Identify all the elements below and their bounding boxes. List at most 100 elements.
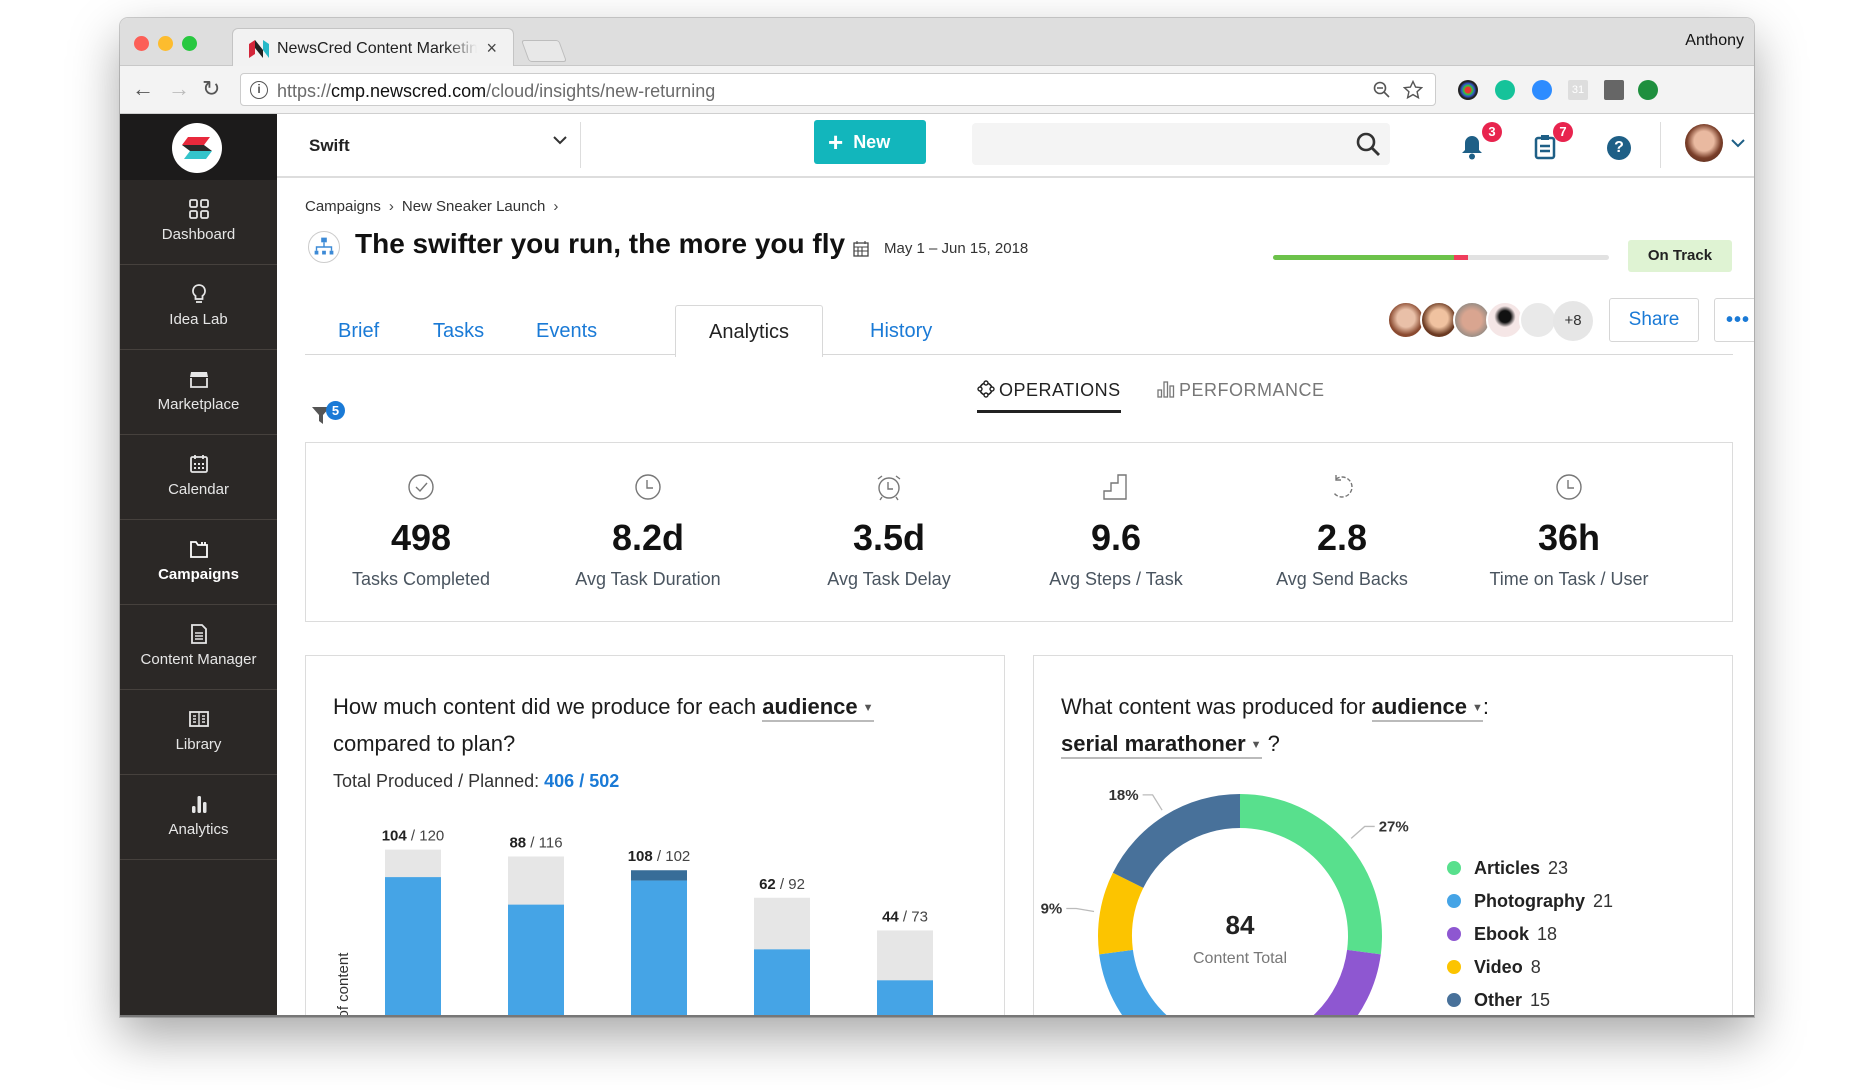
donut-slice-video[interactable]	[1098, 872, 1144, 955]
subtab-performance[interactable]: PERFORMANCE	[1157, 380, 1325, 410]
profile-name[interactable]: Anthony	[1685, 32, 1744, 50]
app-logo-area[interactable]	[120, 114, 277, 180]
sidebar-item-dashboard[interactable]: Dashboard	[120, 180, 277, 265]
grammarly-extension-icon[interactable]	[1495, 80, 1515, 100]
legend-item[interactable]: Articles 23	[1474, 858, 1568, 878]
tasks-clipboard-icon[interactable]	[1534, 134, 1556, 160]
tab-tasks[interactable]: Tasks	[400, 305, 517, 356]
url-bar[interactable]: i https://cmp.newscred.com/cloud/insight…	[240, 73, 1436, 106]
more-members-badge[interactable]: +8	[1553, 301, 1593, 341]
bar-data-label: 108 / 102	[628, 848, 691, 865]
search-icon[interactable]	[1355, 131, 1381, 157]
user-avatar[interactable]	[1685, 124, 1723, 162]
date-range: May 1 – Jun 15, 2018	[884, 240, 1029, 257]
hierarchy-icon	[308, 231, 340, 263]
audience-dropdown[interactable]: audience ▼	[1371, 694, 1483, 722]
forward-icon[interactable]: →	[168, 76, 190, 102]
zoom-extension-icon[interactable]	[1532, 80, 1552, 100]
new-button[interactable]: + New	[814, 120, 926, 164]
bar-data-label: 104 / 120	[382, 828, 445, 845]
alarm-clock-icon	[877, 475, 901, 501]
sidebar-item-label: Campaigns	[158, 566, 239, 583]
sidebar-item-label: Calendar	[168, 481, 229, 498]
search-input[interactable]	[972, 123, 1390, 165]
sidebar-item-analytics[interactable]: Analytics	[120, 775, 277, 860]
bar-chart-icon	[191, 796, 206, 813]
sidebar-item-calendar[interactable]: Calendar	[120, 435, 277, 520]
bar-produced[interactable]	[754, 949, 810, 1017]
notifications-bell-icon[interactable]	[1460, 134, 1484, 160]
calendar-icon	[853, 241, 869, 257]
legend-item[interactable]: Ebook 18	[1474, 924, 1557, 944]
donut-slice-other[interactable]	[1112, 794, 1240, 888]
tab-events[interactable]: Events	[503, 305, 630, 356]
donut-center-value: 84	[1226, 910, 1255, 940]
swift-logo	[172, 123, 222, 173]
legend-item[interactable]: Other 15	[1474, 990, 1550, 1010]
subtab-operations[interactable]: OPERATIONS	[977, 380, 1121, 413]
breadcrumb-campaigns[interactable]: Campaigns	[305, 198, 381, 215]
grid-icon	[188, 199, 209, 219]
more-options-button[interactable]: •••	[1714, 298, 1754, 342]
address-toolbar: ← → ↻ i https://cmp.newscred.com/cloud/i…	[120, 66, 1754, 114]
kpi-tasks-completed: 498 Tasks Completed	[306, 443, 536, 590]
bar-chart: # of content 104 / 120 88 / 116 108 / 102 6…	[335, 828, 933, 1017]
minimize-window-button[interactable]	[158, 36, 173, 51]
progress-complete	[1273, 255, 1455, 260]
audience-value-dropdown[interactable]: serial marathoner ▼	[1061, 731, 1262, 759]
close-window-button[interactable]	[134, 36, 149, 51]
bar-overflow[interactable]	[631, 870, 687, 881]
new-tab-button[interactable]	[520, 40, 568, 62]
leader-line	[1350, 825, 1375, 839]
bar-produced[interactable]	[877, 980, 933, 1017]
content-breakdown-card: What content was produced for audience ▼:…	[1033, 655, 1733, 1017]
bookmark-star-icon[interactable]	[1403, 80, 1423, 100]
sidebar-item-library[interactable]: Library	[120, 690, 277, 775]
lightbulb-extension-icon[interactable]	[1604, 80, 1624, 100]
filter-count-badge: 5	[326, 401, 345, 420]
back-icon[interactable]: ←	[132, 76, 154, 102]
sidebar-item-content-manager[interactable]: Content Manager	[120, 605, 277, 690]
legend-item[interactable]: Photography 21	[1474, 891, 1613, 911]
chevron-down-icon[interactable]	[552, 132, 568, 148]
calendar-extension-icon[interactable]: 31	[1568, 80, 1588, 100]
donut-slice-articles[interactable]	[1240, 794, 1382, 955]
workspace-name[interactable]: Swift	[309, 136, 350, 156]
member-group-avatar[interactable]	[1519, 301, 1557, 339]
legend-swatch	[1447, 960, 1461, 974]
tab-brief[interactable]: Brief	[305, 305, 412, 356]
caret-down-icon: ▼	[1250, 739, 1262, 751]
newscred-favicon-icon	[249, 40, 269, 58]
tab-analytics[interactable]: Analytics	[675, 305, 824, 357]
help-icon[interactable]: ?	[1607, 136, 1631, 160]
legend-swatch	[1447, 894, 1461, 908]
share-button[interactable]: Share	[1609, 298, 1699, 342]
tab-history[interactable]: History	[837, 305, 965, 356]
totals-line: Total Produced / Planned: 406 / 502	[333, 771, 620, 791]
sidebar-item-campaigns[interactable]: Campaigns	[120, 520, 277, 605]
breadcrumb-new-sneaker-launch[interactable]: New Sneaker Launch	[402, 198, 545, 215]
legend-swatch	[1447, 861, 1461, 875]
close-tab-icon[interactable]: ×	[486, 38, 497, 59]
audience-dropdown[interactable]: audience ▼	[762, 694, 874, 722]
maximize-window-button[interactable]	[182, 36, 197, 51]
browser-tab[interactable]: NewsCred Content Marketing Platform ×	[232, 28, 514, 67]
sidebar-item-marketplace[interactable]: Marketplace	[120, 350, 277, 435]
legend-item[interactable]: Video 8	[1474, 957, 1541, 977]
chevron-down-icon[interactable]	[1730, 137, 1746, 149]
check-circle-icon	[408, 474, 434, 500]
info-icon[interactable]: i	[250, 81, 268, 99]
kpi-panel: 498 Tasks Completed 8.2d Avg Task Duration…	[305, 442, 1733, 622]
bar-data-label: 88 / 116	[509, 834, 562, 851]
zoom-out-icon[interactable]	[1373, 81, 1391, 99]
bar-produced[interactable]	[631, 880, 687, 1017]
sidebar-item-label: Content Manager	[140, 651, 257, 668]
sidebar-item-idea-lab[interactable]: Idea Lab	[120, 265, 277, 350]
upload-extension-icon[interactable]	[1638, 80, 1658, 100]
bar-produced[interactable]	[385, 877, 441, 1017]
bar-data-label: 44 / 73	[882, 908, 928, 925]
bar-produced[interactable]	[508, 904, 564, 1017]
document-icon	[190, 624, 207, 644]
reload-icon[interactable]: ↻	[202, 76, 220, 102]
color-picker-extension-icon[interactable]	[1458, 80, 1478, 100]
